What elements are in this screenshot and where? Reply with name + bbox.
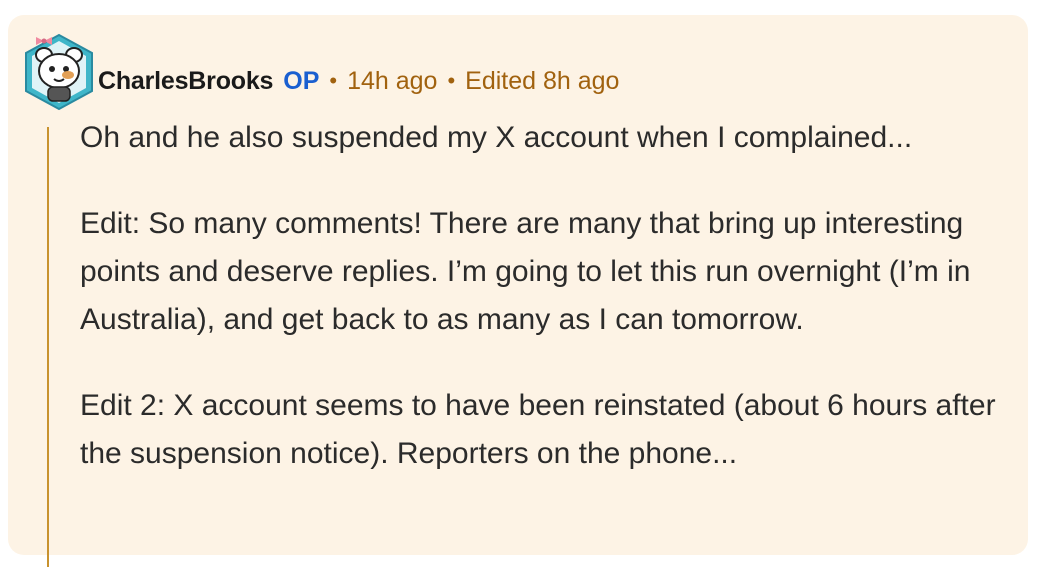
author-name[interactable]: CharlesBrooks (98, 67, 273, 96)
comment-paragraph: Edit 2: X account seems to have been rei… (80, 389, 996, 470)
op-badge: OP (283, 66, 320, 95)
comment-paragraph: Edit: So many comments! There are many t… (80, 207, 971, 336)
comment-header: CharlesBrooks OP • 14h ago • Edited 8h a… (98, 61, 619, 101)
user-avatar-icon[interactable] (22, 29, 96, 113)
separator-dot: • (447, 68, 456, 93)
edited-label: Edited 8h ago (465, 66, 620, 95)
separator-dot: • (329, 68, 338, 93)
comment-body: Oh and he also suspended my X account wh… (80, 114, 1025, 516)
timestamp[interactable]: 14h ago (347, 67, 437, 96)
thread-line[interactable] (47, 127, 49, 567)
comment-paragraph: Oh and he also suspended my X account wh… (80, 121, 913, 154)
